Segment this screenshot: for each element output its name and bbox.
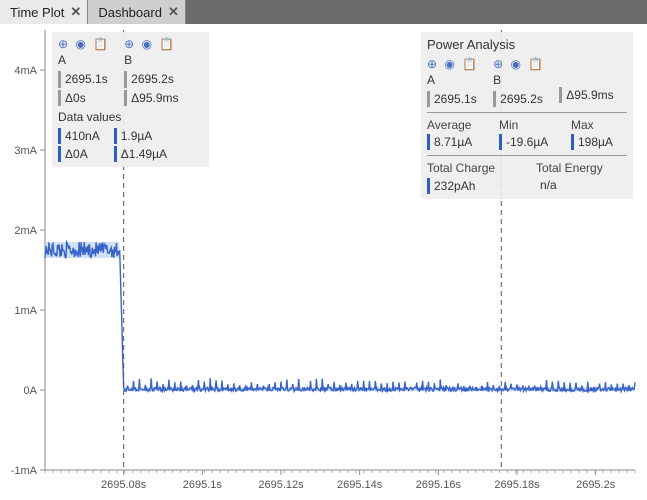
energy-label: Total Energy	[536, 160, 603, 176]
energy-value: n/a	[536, 177, 603, 193]
min-label: Min	[499, 117, 557, 133]
svg-text:1mA: 1mA	[14, 305, 37, 317]
charge-label: Total Charge	[427, 160, 522, 176]
max-value: 198µA	[571, 134, 613, 150]
svg-text:2695.14s: 2695.14s	[337, 479, 383, 491]
svg-text:3mA: 3mA	[14, 145, 37, 157]
time-plot[interactable]: -1mA 0A 1mA 2mA 3mA 4mA 2695.08s 2695.1s 2695.12…	[0, 24, 647, 500]
power-delta: Δ95.9ms	[559, 87, 613, 103]
tab-label: Dashboard	[98, 5, 162, 20]
svg-text:2mA: 2mA	[14, 225, 37, 237]
power-analysis-box: Power Analysis ⊕ ◉ 📋 A 2695.1s ⊕ ◉ 📋 B 2…	[421, 32, 633, 199]
svg-text:2695.1s: 2695.1s	[183, 479, 223, 491]
svg-text:4mA: 4mA	[14, 65, 37, 77]
max-label: Max	[571, 117, 613, 133]
cursor-info-box: ⊕ ◉ 📋 A 2695.1s Δ0s ⊕ ◉ 📋 B 2695.2s Δ95.…	[52, 32, 209, 167]
tab-dashboard[interactable]: Dashboard ✕	[88, 0, 186, 24]
power-b-time: 2695.2s	[493, 91, 545, 107]
cursor-b-dvalue: Δ1.49µA	[114, 146, 167, 162]
cursor-a-name: A	[58, 52, 110, 68]
close-icon[interactable]: ✕	[168, 4, 179, 20]
svg-text:2695.12s: 2695.12s	[258, 479, 304, 491]
power-title: Power Analysis	[427, 36, 627, 54]
avg-value: 8.71µA	[427, 134, 485, 150]
svg-text:2695.2s: 2695.2s	[576, 479, 616, 491]
cursor-b-tools[interactable]: ⊕ ◉ 📋	[124, 36, 178, 52]
cursor-b-value: 1.9µA	[114, 128, 167, 144]
cursor-b-delta: Δ95.9ms	[124, 90, 178, 106]
tab-bar: Time Plot ✕ Dashboard ✕	[0, 0, 647, 24]
svg-text:2695.18s: 2695.18s	[494, 479, 540, 491]
avg-label: Average	[427, 117, 485, 133]
svg-text:2695.16s: 2695.16s	[416, 479, 462, 491]
power-b-tools[interactable]: ⊕ ◉ 📋	[493, 56, 545, 72]
cursor-a-tools[interactable]: ⊕ ◉ 📋	[58, 36, 110, 52]
data-values-label: Data values	[58, 109, 203, 125]
power-b-name: B	[493, 72, 545, 88]
cursor-a-delta: Δ0s	[58, 90, 110, 106]
cursor-b-name: B	[124, 52, 178, 68]
close-icon[interactable]: ✕	[70, 4, 81, 20]
power-a-time: 2695.1s	[427, 91, 479, 107]
svg-text:2695.08s: 2695.08s	[101, 479, 147, 491]
cursor-b-time: 2695.2s	[124, 71, 178, 87]
power-a-name: A	[427, 72, 479, 88]
cursor-a-dvalue: Δ0A	[58, 146, 100, 162]
cursor-a-time: 2695.1s	[58, 71, 110, 87]
min-value: -19.6µA	[499, 134, 557, 150]
svg-text:-1mA: -1mA	[11, 465, 38, 477]
tab-label: Time Plot	[10, 5, 64, 20]
tab-time-plot[interactable]: Time Plot ✕	[0, 0, 88, 24]
cursor-a-value: 410nA	[58, 128, 100, 144]
power-a-tools[interactable]: ⊕ ◉ 📋	[427, 56, 479, 72]
svg-text:0A: 0A	[24, 385, 38, 397]
charge-value: 232pAh	[427, 178, 522, 194]
